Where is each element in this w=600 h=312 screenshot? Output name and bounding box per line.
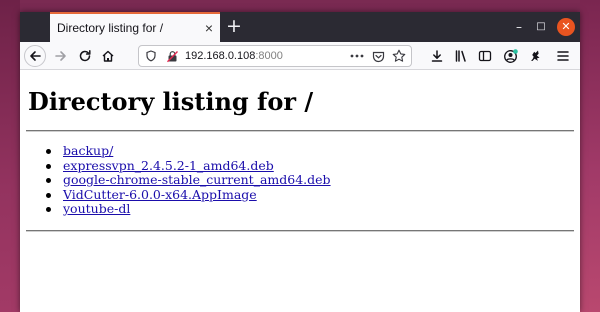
url-host: 192.168.0.108 [185, 50, 256, 62]
page-title: Directory listing for / [28, 87, 314, 116]
extension-icon[interactable] [524, 45, 546, 67]
insecure-lock-icon[interactable] [164, 48, 180, 64]
back-icon[interactable] [24, 45, 46, 67]
list-item: youtube-dl [46, 201, 574, 217]
list-item: backup/ [46, 143, 574, 159]
close-window-button[interactable]: ✕ [557, 18, 575, 36]
pocket-icon[interactable] [370, 48, 386, 64]
entry-link-youtube-dl[interactable]: youtube-dl [63, 201, 130, 217]
bottom-divider [26, 229, 574, 232]
tab-title: Directory listing for / [57, 21, 164, 35]
url-port: :8000 [255, 50, 283, 62]
tab-directory-listing[interactable]: Directory listing for / × [50, 12, 220, 42]
list-item: VidCutter-6.0.0-x64.AppImage [46, 187, 574, 203]
sidebar-icon[interactable] [474, 45, 496, 67]
url-text: 192.168.0.108:8000 [185, 50, 283, 62]
page-content: Directory listing for / backup/ expressv… [20, 88, 580, 232]
list-item: expressvpn_2.4.5.2-1_amd64.deb [46, 158, 574, 174]
downloads-icon[interactable] [426, 45, 448, 67]
directory-list: backup/ expressvpn_2.4.5.2-1_amd64.deb g… [46, 143, 574, 217]
close-tab-icon[interactable]: × [198, 20, 220, 36]
tab-bar: Directory listing for / × + – □ ✕ [20, 12, 580, 42]
shield-icon[interactable] [143, 48, 159, 64]
new-tab-button[interactable]: + [224, 16, 244, 38]
list-item: google-chrome-stable_current_amd64.deb [46, 172, 574, 188]
desktop-background-left [0, 0, 20, 312]
navigation-toolbar: 192.168.0.108:8000 [20, 42, 580, 70]
more-dots-icon[interactable] [349, 48, 365, 64]
library-icon[interactable] [450, 45, 472, 67]
entry-link-vidcutter[interactable]: VidCutter-6.0.0-x64.AppImage [63, 187, 257, 202]
entry-link-backup[interactable]: backup/ [63, 143, 113, 158]
forward-icon[interactable] [50, 45, 72, 67]
home-icon[interactable] [97, 45, 119, 67]
reload-icon[interactable] [74, 45, 96, 67]
menu-icon[interactable] [552, 45, 574, 67]
address-bar[interactable]: 192.168.0.108:8000 [138, 45, 412, 67]
entry-link-expressvpn[interactable]: expressvpn_2.4.5.2-1_amd64.deb [63, 158, 274, 173]
maximize-button[interactable]: □ [532, 18, 550, 36]
entry-link-google-chrome[interactable]: google-chrome-stable_current_amd64.deb [63, 172, 331, 187]
top-divider [26, 130, 574, 132]
minimize-button[interactable]: – [510, 18, 528, 36]
browser-window: Directory listing for / × + – □ ✕ 192.16 [20, 12, 580, 312]
desktop-background-right [580, 0, 600, 312]
bookmark-star-icon[interactable] [391, 48, 407, 64]
account-icon[interactable] [500, 45, 522, 67]
